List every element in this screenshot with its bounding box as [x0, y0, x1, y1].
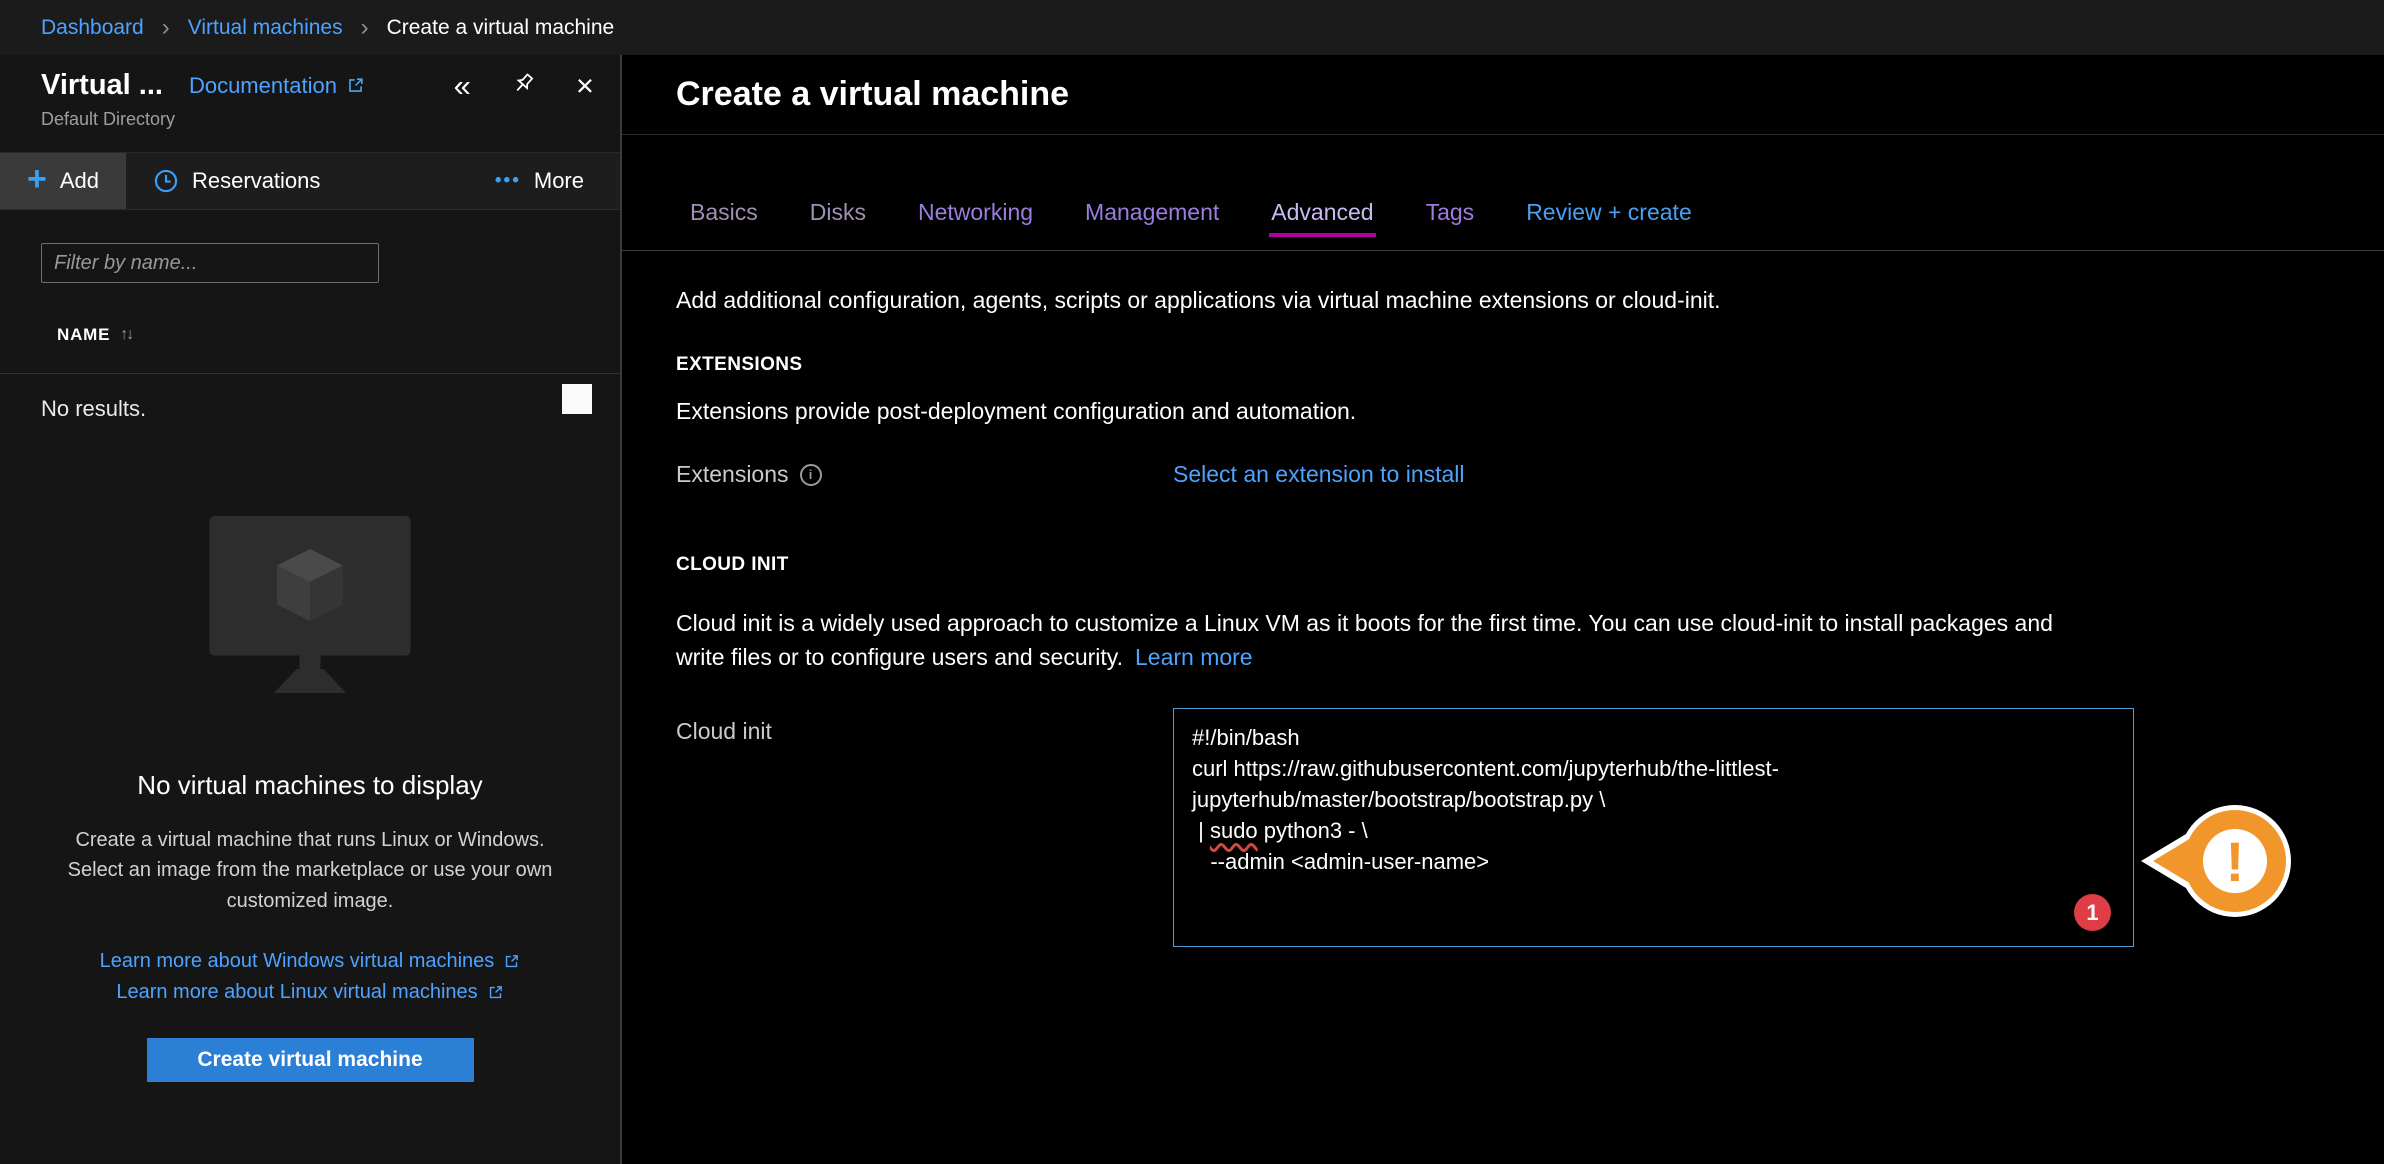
name-column-header[interactable]: NAME ↑↓: [0, 325, 620, 374]
chevron-separator-icon: ›: [361, 14, 369, 42]
external-link-icon: [487, 984, 504, 1001]
sort-icon: ↑↓: [120, 326, 132, 344]
azure-portal-window: Dashboard › Virtual machines › Create a …: [0, 0, 2384, 1164]
reservations-button-label: Reservations: [192, 168, 320, 194]
extensions-section-description: Extensions provide post-deployment confi…: [676, 398, 2384, 425]
learn-more-linux-link[interactable]: Learn more about Linux virtual machines: [0, 977, 620, 1008]
tab-advanced[interactable]: Advanced: [1271, 199, 1373, 250]
ellipsis-icon: •••: [495, 170, 521, 192]
empty-state-title: No virtual machines to display: [0, 770, 620, 801]
select-checkbox[interactable]: [562, 384, 592, 414]
advanced-tab-intro: Add additional configuration, agents, sc…: [676, 287, 2384, 314]
cloud-init-section-heading: CLOUD INIT: [676, 554, 2384, 576]
clock-icon: [153, 168, 179, 194]
reservations-button[interactable]: Reservations: [126, 153, 347, 209]
annotation-step-badge: 1: [2074, 894, 2111, 931]
tab-review-create[interactable]: Review + create: [1526, 199, 1692, 250]
code-line: jupyterhub/master/bootstrap/bootstrap.py…: [1192, 784, 2115, 815]
close-icon[interactable]: ×: [576, 70, 594, 101]
page-title: Create a virtual machine: [676, 75, 1069, 114]
spellcheck-underlined-word: sudo: [1210, 818, 1258, 843]
more-button-label: More: [534, 168, 584, 194]
extensions-section-heading: EXTENSIONS: [676, 354, 2384, 376]
add-button-label: Add: [60, 168, 99, 194]
blade-header: Virtual ... Documentation « × Default Di…: [0, 55, 620, 152]
virtual-machine-monitor-icon: [204, 516, 416, 708]
filter-by-name-input[interactable]: [41, 243, 379, 283]
breadcrumb: Dashboard › Virtual machines › Create a …: [0, 0, 2384, 55]
code-line: #!/bin/bash: [1192, 722, 2115, 753]
select-extension-link[interactable]: Select an extension to install: [1173, 461, 1465, 488]
documentation-link[interactable]: Documentation: [189, 73, 365, 99]
empty-results-row: No results.: [0, 374, 620, 438]
external-link-icon: [346, 76, 365, 95]
directory-name: Default Directory: [41, 109, 594, 130]
cloud-init-section-description: Cloud init is a widely used approach to …: [676, 606, 2106, 674]
breadcrumb-virtual-machines[interactable]: Virtual machines: [188, 16, 343, 40]
tab-tags[interactable]: Tags: [1426, 199, 1475, 250]
tab-basics[interactable]: Basics: [690, 199, 758, 250]
plus-icon: +: [27, 162, 47, 196]
empty-state-description: Create a virtual machine that runs Linux…: [48, 825, 573, 916]
create-virtual-machine-button[interactable]: Create virtual machine: [147, 1038, 474, 1082]
documentation-link-label: Documentation: [189, 73, 337, 99]
virtual-machines-blade: Virtual ... Documentation « × Default Di…: [0, 55, 622, 1164]
learn-more-windows-link[interactable]: Learn more about Windows virtual machine…: [0, 946, 620, 977]
cloud-init-field-row: Cloud init #!/bin/bash curl https://raw.…: [676, 708, 2384, 947]
wizard-tabs: Basics Disks Networking Management Advan…: [622, 135, 2384, 251]
external-link-icon: [503, 953, 520, 970]
more-button[interactable]: ••• More: [468, 153, 620, 209]
tab-disks[interactable]: Disks: [810, 199, 866, 250]
add-button[interactable]: + Add: [0, 153, 126, 209]
code-line: --admin <admin-user-name>: [1192, 846, 2115, 877]
cloud-init-field-label: Cloud init: [676, 718, 772, 745]
code-line: curl https://raw.githubusercontent.com/j…: [1192, 753, 2115, 784]
learn-more-link[interactable]: Learn more: [1135, 644, 1253, 670]
no-results-label: No results.: [41, 396, 146, 421]
cloud-init-textarea[interactable]: #!/bin/bash curl https://raw.githubuserc…: [1173, 708, 2134, 947]
code-line: | sudo python3 - \: [1192, 815, 2115, 846]
extensions-field-label: Extensions: [676, 461, 789, 488]
pin-icon[interactable]: [511, 70, 536, 101]
empty-state: No virtual machines to display Create a …: [0, 516, 620, 1082]
blade-title: Virtual ...: [41, 69, 163, 102]
extensions-field-row: Extensions i Select an extension to inst…: [676, 461, 2384, 488]
name-column-label: NAME: [57, 325, 110, 345]
info-icon[interactable]: i: [800, 464, 822, 486]
breadcrumb-current-page: Create a virtual machine: [387, 16, 615, 40]
page-header: Create a virtual machine: [622, 55, 2384, 135]
breadcrumb-dashboard[interactable]: Dashboard: [41, 16, 144, 40]
chevron-separator-icon: ›: [162, 14, 170, 42]
blade-toolbar: + Add Reservations ••• More: [0, 152, 620, 210]
collapse-blade-icon[interactable]: «: [454, 70, 471, 101]
tab-networking[interactable]: Networking: [918, 199, 1033, 250]
layout: Virtual ... Documentation « × Default Di…: [0, 55, 2384, 1164]
tab-management[interactable]: Management: [1085, 199, 1219, 250]
create-vm-pane: Create a virtual machine Basics Disks Ne…: [622, 55, 2384, 1164]
